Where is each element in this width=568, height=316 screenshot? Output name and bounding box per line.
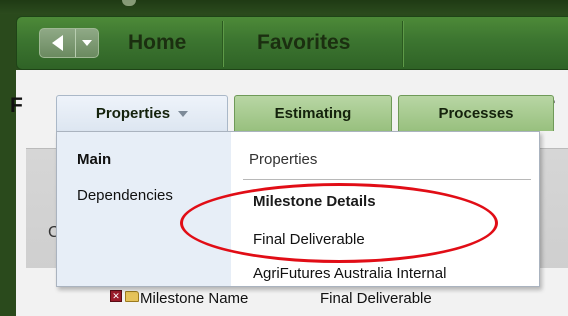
chevron-left-icon (52, 35, 63, 51)
top-band (0, 0, 568, 14)
milestone-icon: ✕ (110, 290, 122, 302)
nav-divider (402, 21, 403, 67)
top-band-decoration (122, 0, 136, 6)
tab-properties-label: Properties (95, 105, 171, 122)
nav-home-link[interactable]: Home (128, 28, 186, 58)
nav-favorites-link[interactable]: Favorites (257, 28, 350, 58)
back-control[interactable] (39, 28, 99, 58)
menu-item-agrifutures-internal[interactable]: AgriFutures Australia Internal (253, 265, 446, 282)
properties-dropdown-menu: Main Dependencies Properties Milestone D… (56, 131, 540, 287)
menu-item-final-deliverable[interactable]: Final Deliverable (253, 231, 365, 248)
nav-bar: Home Favorites (16, 16, 568, 70)
menu-section-heading: Properties (249, 151, 318, 168)
folder-icon (125, 291, 139, 302)
tab-processes[interactable]: Processes (398, 95, 554, 131)
tab-properties[interactable]: Properties (56, 95, 228, 131)
menu-item-main[interactable]: Main (77, 151, 111, 168)
row-icons: ✕ (110, 290, 139, 302)
milestone-name-value: Final Deliverable (320, 290, 432, 307)
menu-item-milestone-details[interactable]: Milestone Details (253, 193, 376, 210)
history-dropdown-button[interactable] (76, 29, 98, 57)
page-title-fragment: F (10, 94, 23, 117)
nav-divider (222, 21, 223, 67)
chevron-down-icon (82, 40, 92, 46)
milestone-name-label: Milestone Name (140, 290, 249, 307)
menu-item-dependencies[interactable]: Dependencies (77, 187, 173, 204)
menu-divider (243, 179, 531, 180)
tab-estimating[interactable]: Estimating (234, 95, 392, 131)
back-button[interactable] (40, 29, 76, 57)
caret-down-icon (178, 111, 189, 118)
